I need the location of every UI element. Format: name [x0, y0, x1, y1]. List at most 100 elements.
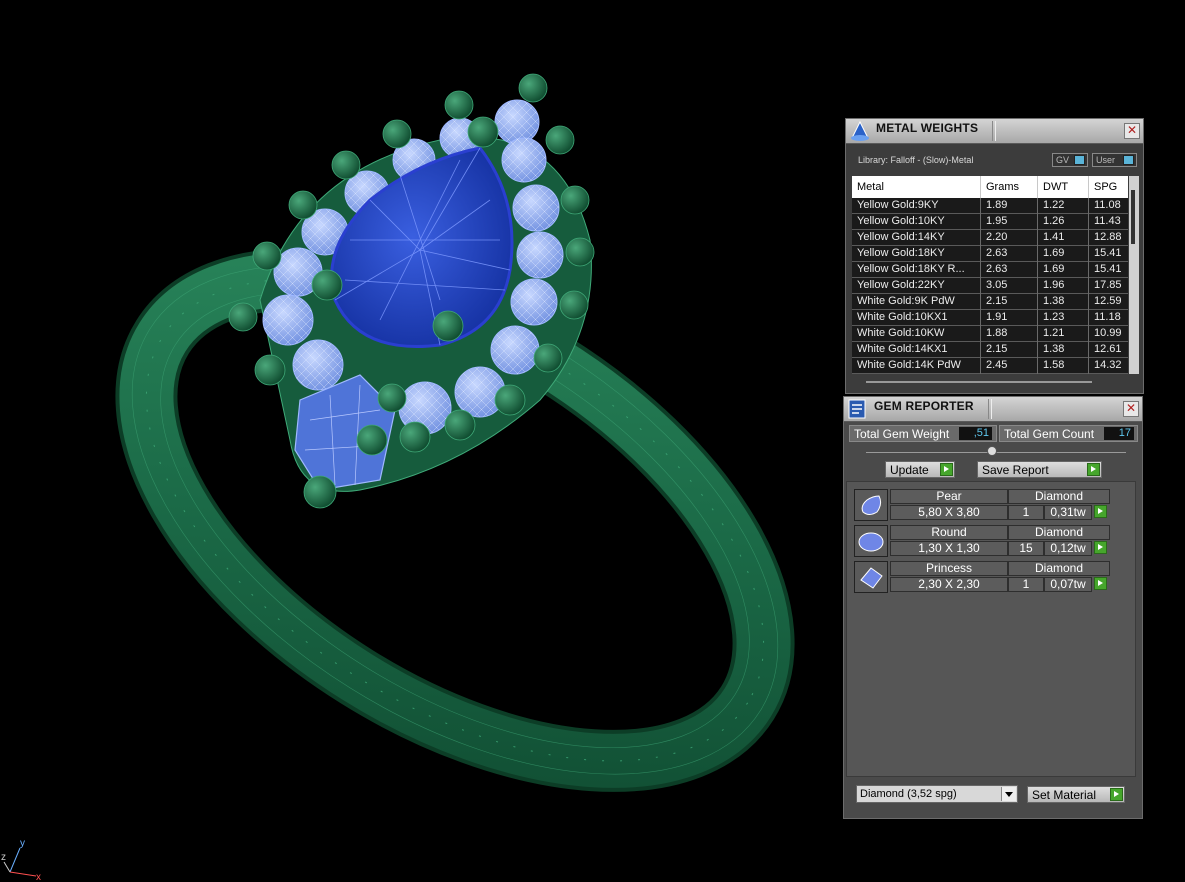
cell-spg: 17.85: [1094, 279, 1122, 291]
metal-weights-table[interactable]: Metal Grams DWT SPG Yellow Gold:9KY 1.89 1…: [852, 176, 1128, 374]
table-row[interactable]: White Gold:10KW 1.88 1.21 10.99: [852, 326, 1128, 342]
update-button-label: Update: [890, 463, 929, 477]
user-toggle-switch[interactable]: [1123, 155, 1134, 165]
gem-weight: 0,12tw: [1044, 541, 1092, 556]
cell-spg: 15.41: [1094, 247, 1122, 259]
gem-shape: Princess: [890, 561, 1008, 576]
cell-dwt: 1.22: [1043, 199, 1065, 211]
gem-shape: Pear: [890, 489, 1008, 504]
gem-count: 1: [1008, 577, 1044, 592]
total-gem-count-value: 17: [1104, 427, 1134, 440]
table-row[interactable]: Yellow Gold:14KY 2.20 1.41 12.88: [852, 230, 1128, 246]
cell-grams: 1.88: [986, 327, 1008, 339]
cell-spg: 11.18: [1094, 311, 1121, 323]
gem-shape: Round: [890, 525, 1008, 540]
cell-metal: White Gold:14KX1: [857, 343, 948, 355]
table-header: Metal Grams DWT SPG: [852, 176, 1128, 198]
cell-spg: 15.41: [1094, 263, 1122, 275]
gem-weight: 0,07tw: [1044, 577, 1092, 592]
gem-row-princess[interactable]: Princess Diamond 2,30 X 2,30 1 0,07tw: [854, 561, 1114, 595]
cell-dwt: 1.23: [1043, 311, 1065, 323]
cell-metal: White Gold:10KX1: [857, 311, 948, 323]
cell-metal: Yellow Gold:10KY: [857, 215, 945, 227]
metal-weights-titlebar[interactable]: METAL WEIGHTS ✕: [846, 119, 1143, 144]
divider-handle[interactable]: [987, 446, 997, 456]
gem-size: 1,30 X 1,30: [890, 541, 1008, 556]
table-vertical-scrollbar[interactable]: [1129, 176, 1139, 374]
user-toggle[interactable]: User: [1092, 153, 1137, 167]
material-select[interactable]: Diamond (3,52 spg): [856, 785, 1018, 803]
cell-grams: 2.20: [986, 231, 1008, 243]
cell-grams: 2.63: [986, 247, 1008, 259]
gem-reporter-titlebar[interactable]: GEM REPORTER ✕: [844, 397, 1142, 422]
gem-reporter-title: GEM REPORTER: [874, 399, 974, 413]
cell-metal: White Gold:9K PdW: [857, 295, 955, 307]
column-header-dwt[interactable]: DWT: [1043, 181, 1068, 193]
column-header-metal[interactable]: Metal: [857, 181, 884, 193]
table-row[interactable]: Yellow Gold:9KY 1.89 1.22 11.08: [852, 198, 1128, 214]
table-row[interactable]: White Gold:10KX1 1.91 1.23 11.18: [852, 310, 1128, 326]
update-button[interactable]: Update: [885, 461, 955, 478]
save-report-button-label: Save Report: [982, 463, 1049, 477]
cell-spg: 11.08: [1094, 199, 1121, 211]
gv-toggle-switch[interactable]: [1074, 155, 1085, 165]
update-go-icon: [940, 463, 953, 476]
table-row[interactable]: Yellow Gold:18KY R... 2.63 1.69 15.41: [852, 262, 1128, 278]
gem-count: 15: [1008, 541, 1044, 556]
gem-select-button[interactable]: [1094, 541, 1107, 554]
save-report-button[interactable]: Save Report: [977, 461, 1102, 478]
gem-row-pear[interactable]: Pear Diamond 5,80 X 3,80 1 0,31tw: [854, 489, 1114, 523]
gem-material: Diamond: [1008, 489, 1110, 504]
set-material-go-icon: [1110, 788, 1123, 801]
cell-grams: 1.95: [986, 215, 1008, 227]
save-report-go-icon: [1087, 463, 1100, 476]
gem-list[interactable]: Pear Diamond 5,80 X 3,80 1 0,31tw Round …: [846, 481, 1136, 777]
ring-head: [228, 73, 595, 509]
gv-toggle-label: GV: [1056, 155, 1070, 165]
set-material-button[interactable]: Set Material: [1027, 786, 1125, 803]
gem-select-button[interactable]: [1094, 505, 1107, 518]
gem-select-button[interactable]: [1094, 577, 1107, 590]
table-row[interactable]: Yellow Gold:18KY 2.63 1.69 15.41: [852, 246, 1128, 262]
table-row[interactable]: White Gold:14KX1 2.15 1.38 12.61: [852, 342, 1128, 358]
cell-spg: 14.32: [1094, 359, 1122, 371]
cell-metal: Yellow Gold:22KY: [857, 279, 945, 291]
cell-metal: White Gold:14K PdW: [857, 359, 961, 371]
table-row[interactable]: Yellow Gold:22KY 3.05 1.96 17.85: [852, 278, 1128, 294]
cell-grams: 1.91: [986, 311, 1008, 323]
cell-spg: 11.43: [1094, 215, 1121, 227]
metal-weights-icon: [851, 120, 869, 141]
table-row[interactable]: Yellow Gold:10KY 1.95 1.26 11.43: [852, 214, 1128, 230]
column-header-spg[interactable]: SPG: [1094, 181, 1117, 193]
total-gem-count-label: Total Gem Count: [1004, 427, 1095, 441]
gem-size: 2,30 X 2,30: [890, 577, 1008, 592]
metal-weights-panel: METAL WEIGHTS ✕ Library: Falloff - (Slow…: [845, 118, 1144, 394]
princess-gem-icon: [854, 561, 888, 593]
cell-spg: 12.59: [1094, 295, 1122, 307]
cell-dwt: 1.58: [1043, 359, 1065, 371]
cell-dwt: 1.21: [1043, 327, 1065, 339]
metal-weights-close-button[interactable]: ✕: [1124, 123, 1140, 139]
table-row[interactable]: White Gold:14K PdW 2.45 1.58 14.32: [852, 358, 1128, 374]
scroll-thumb[interactable]: [1131, 190, 1135, 244]
table-horizontal-scrollbar[interactable]: [866, 381, 1092, 383]
cell-grams: 2.45: [986, 359, 1008, 371]
cell-grams: 2.63: [986, 263, 1008, 275]
material-select-value: Diamond (3,52 spg): [860, 788, 957, 800]
gem-reporter-close-button[interactable]: ✕: [1123, 401, 1139, 417]
column-header-grams[interactable]: Grams: [986, 181, 1019, 193]
cell-grams: 2.15: [986, 343, 1008, 355]
gem-reporter-panel: GEM REPORTER ✕ Total Gem Weight ,51 Tota…: [843, 396, 1143, 819]
gem-row-round[interactable]: Round Diamond 1,30 X 1,30 15 0,12tw: [854, 525, 1114, 559]
cell-dwt: 1.41: [1043, 231, 1065, 243]
table-row[interactable]: White Gold:9K PdW 2.15 1.38 12.59: [852, 294, 1128, 310]
set-material-button-label: Set Material: [1032, 788, 1097, 802]
cell-metal: Yellow Gold:14KY: [857, 231, 945, 243]
pear-gem-icon: [854, 489, 888, 521]
cell-spg: 10.99: [1094, 327, 1122, 339]
cell-metal: Yellow Gold:9KY: [857, 199, 939, 211]
cell-grams: 1.89: [986, 199, 1008, 211]
chevron-down-icon[interactable]: [1001, 787, 1016, 801]
cell-grams: 3.05: [986, 279, 1008, 291]
gv-toggle[interactable]: GV: [1052, 153, 1088, 167]
